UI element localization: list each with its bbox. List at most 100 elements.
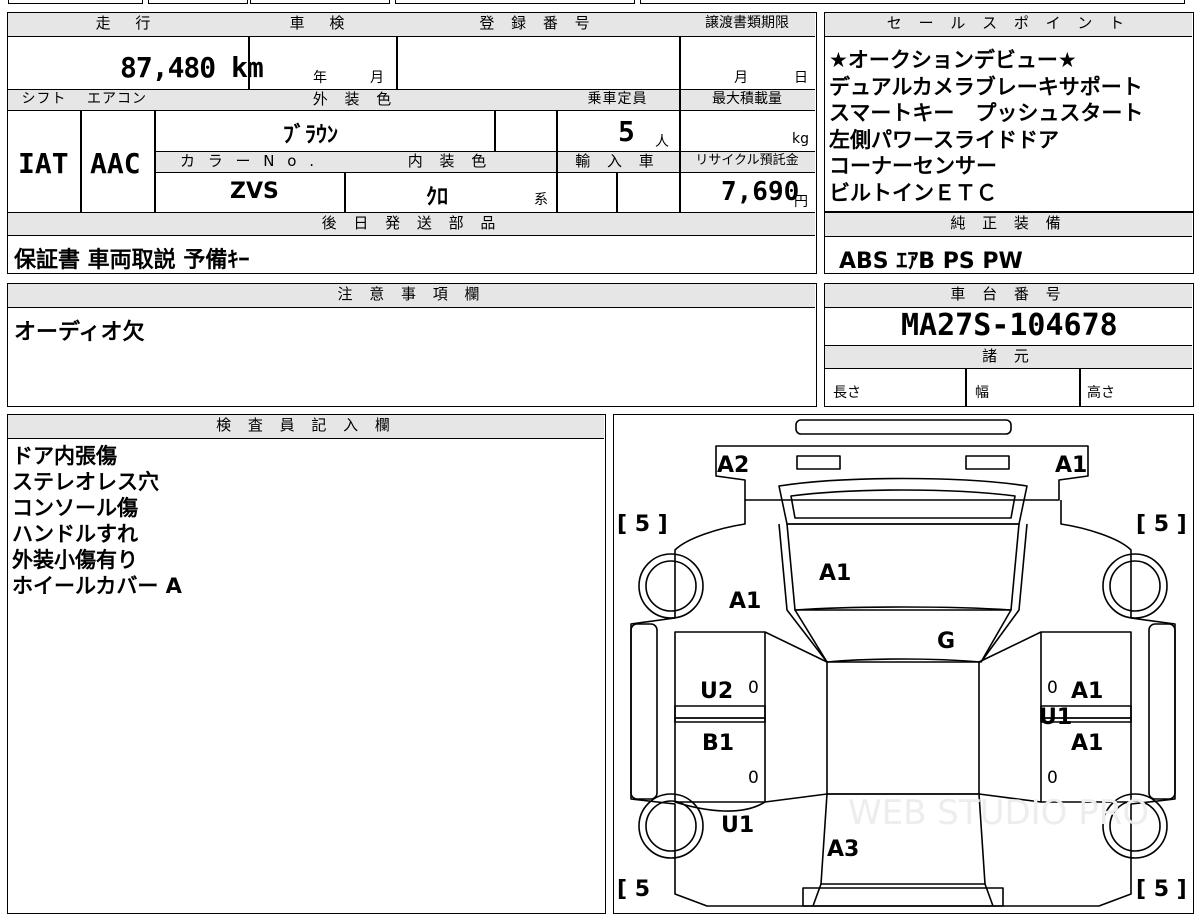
grid-line [396, 37, 398, 89]
top-strip-cell [395, 0, 635, 4]
length-label: 長さ [833, 385, 861, 401]
top-strip-cell [148, 0, 248, 4]
inspector-box: 検 査 員 記 入 欄 ドア内張傷 ステレオレス穴 コンソール傷 ハンドルすれ 外装小傷… [7, 414, 606, 914]
vehicle-info-table: 走 行 車 検 登 録 番 号 譲渡書類期限 87,480 km 年 月 月 日… [7, 12, 817, 274]
color-no-header: カ ラ ー N o . [154, 151, 344, 173]
pillar-line [777, 523, 828, 662]
rear-bumper [714, 444, 1089, 501]
caution-box: 注 意 事 項 欄 オーディオ欠 [7, 283, 817, 407]
caution-header: 注 意 事 項 欄 [8, 284, 815, 308]
aircon-value: AAC [90, 147, 141, 180]
chassis-box: 車 台 番 号 MA27S-104678 諸 元 長さ 幅 高さ [824, 283, 1194, 407]
transfer-day-unit: 日 [794, 70, 808, 86]
rear-reflector-left [795, 454, 841, 470]
damage-mark-a1-right-door-lower: A1 [1071, 731, 1103, 756]
interior-color-value: ｸﾛ [426, 185, 449, 210]
inspector-note: ホイールカバー A [12, 574, 182, 598]
exterior-color-header: 外 装 色 [154, 89, 556, 111]
left-door-sill [764, 630, 827, 803]
zero-mark: 0 [748, 678, 759, 698]
capacity-unit: 人 [655, 134, 669, 150]
sales-point-item: コーナーセンサー [829, 154, 997, 178]
grid-line [1079, 369, 1081, 407]
damage-mark-b1-left-door: B1 [702, 731, 734, 756]
sales-point-item: スマートキー プッシュスタート [829, 101, 1144, 125]
rear-window [777, 477, 1028, 525]
capacity-value: 5 [618, 115, 635, 148]
inspection-year-unit: 年 [313, 70, 327, 86]
inspector-note: ハンドルすれ [12, 522, 138, 546]
wheel-rear-right-hub [1108, 559, 1161, 612]
caution-value: オーディオ欠 [14, 320, 145, 345]
exterior-color-value: ﾌﾞﾗｳﾝ [283, 123, 339, 148]
inspection-month-unit: 月 [370, 70, 384, 86]
step-bar-left [673, 704, 766, 723]
top-strip-cell [8, 0, 143, 4]
left-door-front [673, 630, 766, 719]
recycle-fee-value: 7,690 [721, 177, 800, 207]
inspector-note: ドア内張傷 [12, 444, 117, 468]
tire-tread-front-left: [ 5 [617, 877, 650, 902]
cabin-floor [825, 660, 980, 795]
wheel-rear-left-hub [644, 559, 697, 612]
sales-points-header: セ ー ル ス ポ イ ン ト [825, 13, 1192, 37]
registration-header: 登 録 番 号 [396, 13, 679, 37]
damage-mark-u1-right-door: U1 [1039, 705, 1072, 730]
import-header: 輸 入 車 [556, 151, 679, 173]
front-bumper [801, 886, 1004, 907]
aircon-header: エアコン [80, 89, 154, 111]
wheel-rear-right [1101, 552, 1168, 619]
later-parts-value: 保証書 車両取説 予備ｷｰ [14, 248, 250, 273]
sales-points-box: セ ー ル ス ポ イ ン ト ★オークションデビュー★ デュアルカメラブレーキサ… [824, 12, 1194, 212]
interior-color-suffix: 系 [534, 192, 548, 208]
damage-mark-a1-left-pillar: A1 [729, 589, 761, 614]
tire-tread-front-right: [ 5 ] [1136, 877, 1187, 902]
right-door-sill [978, 630, 1041, 803]
rear-spoiler [794, 418, 1012, 435]
sales-point-item: ビルトインＥＴＣ [829, 180, 997, 205]
inspector-notes-list: ドア内張傷 ステレオレス穴 コンソール傷 ハンドルすれ 外装小傷有り ホイールカバー A [12, 443, 182, 599]
grid-line [616, 173, 618, 212]
damage-mark-a1-rear: A1 [1055, 453, 1087, 478]
inspection-header: 車 検 [248, 13, 396, 37]
shift-value: IAT [18, 147, 69, 180]
top-strip-cell [640, 0, 1185, 4]
standard-equipment-box: 純 正 装 備 ABS ｴｱB PS PW [824, 212, 1194, 274]
left-fender [674, 800, 765, 812]
sales-point-item: ★オークションデビュー★ [829, 48, 1077, 72]
spec-header: 諸 元 [825, 345, 1192, 369]
zero-mark: 0 [748, 768, 759, 788]
capacity-header: 乗車定員 [556, 89, 679, 111]
damage-mark-g-windshield: G [937, 629, 955, 654]
damage-mark-a1-roof: A1 [819, 561, 851, 586]
damage-mark-a2-rear: A2 [717, 453, 749, 478]
transfer-month-unit: 月 [734, 70, 748, 86]
car-damage-diagram: WEB STUDIO PRO [ 5 ] [ 5 ] [ 5 [ 5 ] A2 … [617, 418, 1187, 907]
standard-equipment-header: 純 正 装 備 [825, 213, 1192, 237]
watermark: WEB STUDIO PRO [848, 793, 1149, 833]
wheel-rear-left [637, 552, 704, 619]
recycle-fee-header: リサイクル預託金 [679, 151, 815, 173]
zero-mark: 0 [1047, 768, 1058, 788]
zero-mark: 0 [1047, 678, 1058, 698]
right-mirror [1147, 622, 1176, 800]
sales-point-item: デュアルカメラブレーキサポート [829, 74, 1143, 99]
top-strip-cell [250, 0, 390, 4]
car-diagram-box: WEB STUDIO PRO [ 5 ] [ 5 ] [ 5 [ 5 ] A2 … [613, 414, 1194, 914]
later-parts-header: 後 日 発 送 部 品 [8, 212, 815, 236]
damage-mark-u2-left-door: U2 [700, 679, 733, 704]
recycle-fee-unit: 円 [794, 194, 808, 210]
shift-header: シフト [8, 89, 80, 111]
height-label: 高さ [1087, 385, 1115, 401]
chassis-header: 車 台 番 号 [825, 284, 1192, 308]
inspector-header: 検 査 員 記 入 欄 [8, 415, 604, 439]
damage-mark-u1-left-front: U1 [721, 813, 754, 838]
chassis-number: MA27S-104678 [901, 308, 1118, 343]
grid-line [80, 111, 82, 212]
max-load-unit: kg [792, 131, 809, 147]
width-label: 幅 [975, 385, 989, 401]
grid-line [556, 111, 558, 212]
inspector-note: ステレオレス穴 [12, 470, 159, 494]
grid-line [344, 173, 346, 212]
grid-line [154, 111, 156, 212]
